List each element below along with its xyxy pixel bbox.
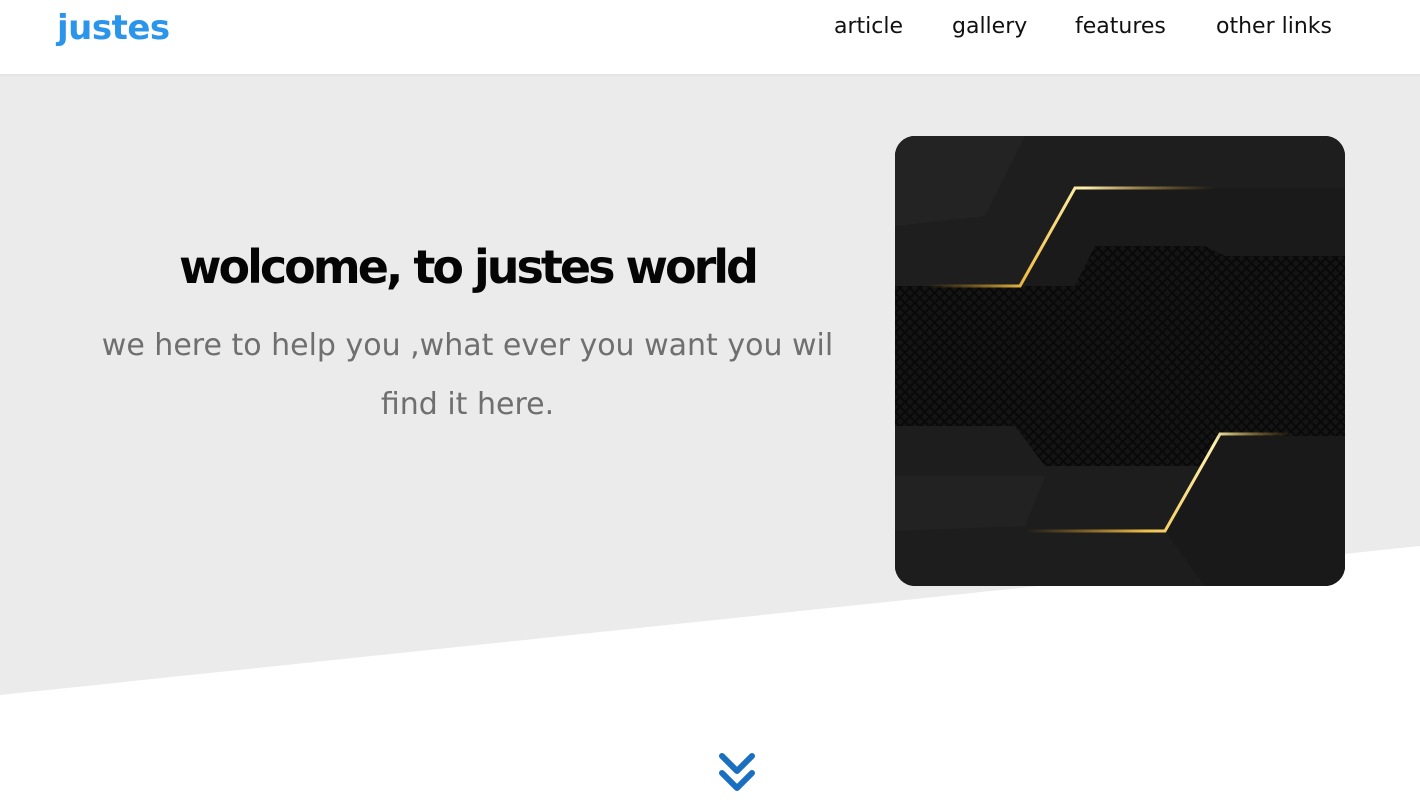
main-nav: article gallery features other links <box>0 14 1420 48</box>
nav-link-article[interactable]: article <box>834 14 903 39</box>
hero-title: wolcome, to justes world <box>179 240 759 294</box>
site-header: justes article gallery features other li… <box>0 0 1420 74</box>
header-shadow <box>0 74 1420 77</box>
nav-link-other-links[interactable]: other links <box>1216 14 1332 39</box>
hero-image <box>895 136 1345 586</box>
hero-subtitle: we here to help you ,what ever you want … <box>101 328 834 422</box>
nav-link-gallery[interactable]: gallery <box>952 14 1027 39</box>
dark-gold-abstract-image <box>895 136 1345 586</box>
double-chevron-down-icon[interactable] <box>717 752 757 794</box>
nav-link-features[interactable]: features <box>1075 14 1166 39</box>
